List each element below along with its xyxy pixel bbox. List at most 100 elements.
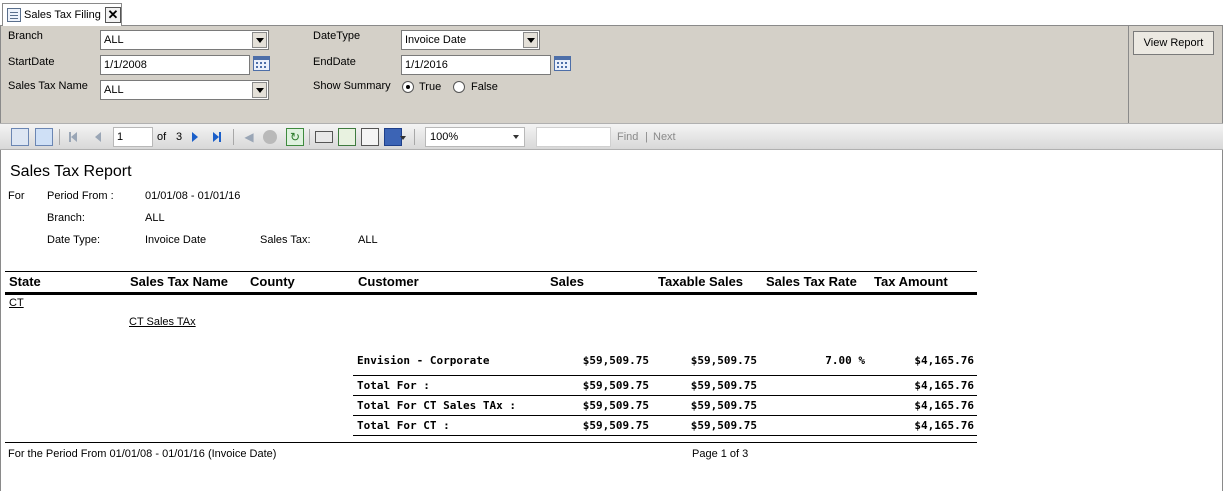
tax-name-group-link[interactable]: CT Sales TAx	[129, 316, 196, 328]
column-header-sales: Sales	[550, 274, 584, 289]
sales-tax-label: Sales Tax:	[260, 234, 311, 246]
parameters-toggle-icon[interactable]	[35, 128, 53, 146]
zoom-dropdown[interactable]: 100%	[425, 127, 525, 147]
next-link[interactable]: Next	[653, 131, 676, 143]
date-type-value: Invoice Date	[145, 234, 207, 246]
previous-page-icon[interactable]	[90, 128, 108, 146]
report-title: Sales Tax Report	[10, 163, 132, 180]
state-group-link[interactable]: CT	[9, 297, 24, 309]
start-date-label: StartDate	[8, 56, 55, 68]
detail-sales: $59,509.75	[582, 354, 649, 367]
calendar-icon[interactable]	[554, 56, 571, 71]
find-link[interactable]: Find	[617, 131, 638, 143]
total-row-label: Total For CT :	[357, 419, 450, 432]
summary-true-radio[interactable]	[402, 81, 414, 93]
tab-sales-tax-filing[interactable]: Sales Tax Filing ✕	[2, 3, 122, 27]
branch-dropdown[interactable]: ALL	[100, 30, 269, 50]
zoom-value: 100%	[430, 131, 459, 143]
divider	[309, 129, 310, 145]
footer-page-number: Page 1 of 3	[692, 448, 749, 460]
start-date-input[interactable]: 1/1/2008	[100, 55, 250, 75]
stop-icon[interactable]	[263, 130, 277, 144]
print-icon[interactable]	[315, 131, 333, 143]
total-row-label: Total For CT Sales TAx :	[357, 399, 516, 412]
date-type-label: Date Type:	[47, 234, 100, 246]
summary-false-radio[interactable]	[453, 81, 465, 93]
total-row-tax: $4,165.76	[914, 419, 974, 432]
report-document-icon	[7, 8, 21, 22]
chevron-down-icon[interactable]	[252, 82, 267, 98]
divider	[353, 435, 977, 436]
find-separator: |	[645, 131, 648, 143]
end-date-input[interactable]: 1/1/2016	[401, 55, 551, 75]
divider	[5, 292, 977, 295]
detail-taxable-sales: $59,509.75	[690, 354, 757, 367]
divider	[1128, 26, 1129, 123]
total-row-taxable: $59,509.75	[690, 379, 757, 392]
column-header-county: County	[250, 274, 295, 289]
footer-period: For the Period From 01/01/08 - 01/01/16 …	[8, 448, 277, 460]
column-header-sales-tax-name: Sales Tax Name	[130, 274, 229, 289]
period-label: Period From :	[47, 190, 114, 202]
period-value: 01/01/08 - 01/01/16	[145, 190, 241, 202]
end-date-value: 1/1/2016	[405, 59, 448, 71]
print-layout-icon[interactable]	[338, 128, 356, 146]
first-page-icon[interactable]	[66, 128, 84, 146]
report-toolbar: 1 of 3 ◀ ↻ 100% Find | Next	[0, 123, 1223, 150]
detail-tax-rate: 7.00 %	[825, 354, 865, 367]
refresh-icon[interactable]: ↻	[286, 128, 304, 146]
divider	[353, 395, 977, 396]
close-icon[interactable]: ✕	[105, 7, 121, 23]
page-setup-icon[interactable]	[361, 128, 379, 146]
summary-false-label: False	[471, 81, 498, 93]
divider	[5, 271, 977, 272]
date-type-value: Invoice Date	[405, 34, 467, 46]
calendar-icon[interactable]	[253, 56, 270, 71]
page-number-value: 1	[117, 131, 124, 143]
total-row-taxable: $59,509.75	[690, 419, 757, 432]
tab-label: Sales Tax Filing	[24, 9, 101, 21]
total-row-label: Total For :	[357, 379, 430, 392]
divider	[353, 415, 977, 416]
divider	[5, 442, 977, 443]
tab-strip: Sales Tax Filing ✕	[0, 0, 1223, 27]
summary-true-label: True	[419, 81, 442, 93]
divider	[414, 129, 415, 145]
total-row-sales: $59,509.75	[582, 399, 649, 412]
total-row-taxable: $59,509.75	[690, 399, 757, 412]
total-row-sales: $59,509.75	[582, 379, 649, 392]
column-header-state: State	[9, 274, 41, 289]
of-label: of	[157, 131, 167, 143]
start-date-value: 1/1/2008	[104, 59, 147, 71]
chevron-down-icon[interactable]	[510, 129, 523, 145]
sales-tax-name-dropdown[interactable]: ALL	[100, 80, 269, 100]
column-header-tax-amount: Tax Amount	[874, 274, 948, 289]
branch-label: Branch:	[47, 212, 85, 224]
chevron-down-icon[interactable]	[400, 136, 406, 140]
detail-customer: Envision - Corporate	[357, 354, 490, 367]
show-summary-label: Show Summary	[313, 80, 391, 92]
next-page-icon[interactable]	[186, 128, 204, 146]
document-map-icon[interactable]	[11, 128, 29, 146]
sales-tax-name-value: ALL	[104, 84, 124, 96]
last-page-icon[interactable]	[207, 128, 225, 146]
total-row-sales: $59,509.75	[582, 419, 649, 432]
chevron-down-icon[interactable]	[252, 32, 267, 48]
page-number-input[interactable]: 1	[113, 127, 153, 147]
back-icon[interactable]: ◀	[240, 128, 258, 146]
date-type-label: DateType	[313, 30, 361, 42]
view-report-button[interactable]: View Report	[1133, 31, 1214, 55]
date-type-dropdown[interactable]: Invoice Date	[401, 30, 540, 50]
sales-tax-name-label: Sales Tax Name	[8, 80, 88, 92]
column-header-taxable-sales: Taxable Sales	[658, 274, 744, 289]
parameters-panel: Branch ALL StartDate 1/1/2008 Sales Tax …	[0, 26, 1223, 123]
divider	[59, 129, 60, 145]
column-header-sales-tax-rate: Sales Tax Rate	[766, 274, 857, 289]
chevron-down-icon[interactable]	[523, 32, 538, 48]
for-label: For	[8, 190, 25, 202]
find-input[interactable]	[536, 127, 611, 147]
branch-label: Branch	[8, 30, 43, 42]
branch-value: ALL	[145, 212, 165, 224]
total-row-tax: $4,165.76	[914, 379, 974, 392]
page-total: 3	[176, 131, 183, 143]
